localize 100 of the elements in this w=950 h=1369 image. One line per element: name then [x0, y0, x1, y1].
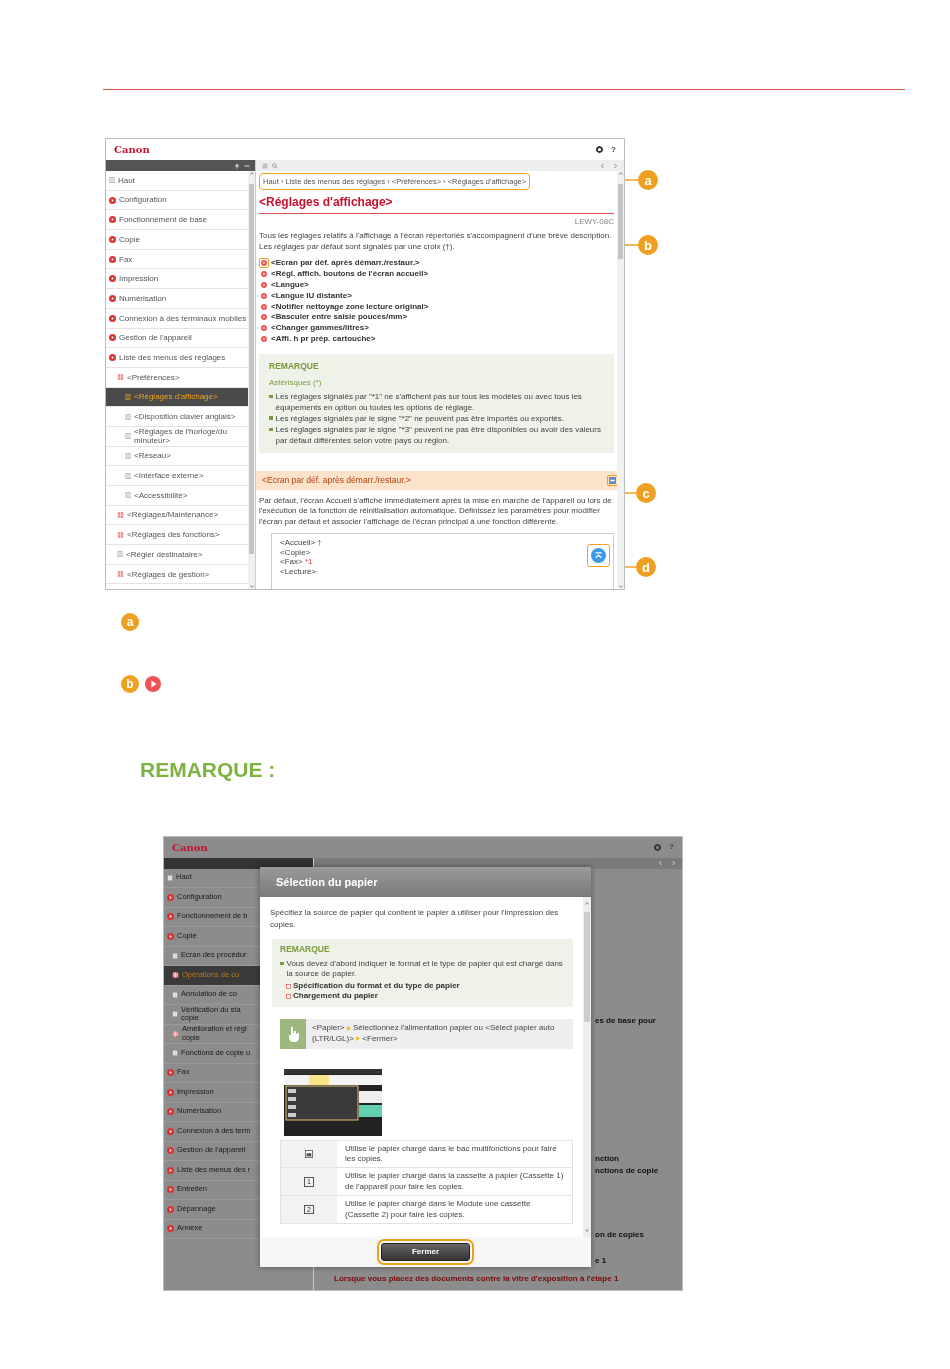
setting-link[interactable]: <Notifier nettoyage zone lecture original>	[259, 301, 614, 312]
play-icon[interactable]	[261, 271, 267, 278]
chapter-icon	[109, 216, 116, 224]
scroll-down-icon[interactable]	[584, 1227, 590, 1233]
page-icon	[125, 452, 131, 459]
play-icon[interactable]	[145, 676, 161, 692]
table-cell-text: Utilise le papier chargé dans la cassette à papier (Cassette 1) de l'appareil pour faire les copies.	[344, 1170, 565, 1193]
search-icon[interactable]	[272, 162, 278, 169]
note-title: REMARQUE	[269, 360, 320, 374]
chapter-icon	[167, 1186, 174, 1194]
page-icon	[125, 413, 131, 420]
page-icon	[172, 991, 178, 998]
page-icon	[109, 177, 115, 184]
play-icon[interactable]	[261, 336, 267, 342]
table-cell-text: Utilise le papier chargé dans le bac multifonctions pour faire les copies.	[344, 1142, 558, 1165]
setting-link[interactable]: <Affi. h pr prép. cartouche>	[259, 333, 614, 345]
setting-link[interactable]: <Basculer entre saisie pouces/mm>	[259, 312, 614, 323]
document-id: LEWY-08C	[573, 216, 614, 229]
bullet-icon	[269, 416, 273, 420]
play-icon[interactable]	[261, 282, 267, 288]
sidebar-item[interactable]: <Réglages d'affichage>	[106, 387, 248, 408]
section-text: Par défaut, l'écran Accueil s'affiche immédiatement après la mise en marche de l'appareil ou lors de l'exécution de la fonction de réinitialisation automatique. Définissez les paramètres pour modifier l'écran par défaut et associer l'affichage de l'écran principal à une fonction différente.	[259, 495, 613, 528]
scroll-up-icon[interactable]	[248, 171, 255, 176]
scroll-down-icon[interactable]	[617, 584, 624, 589]
callout-marker: a	[121, 613, 139, 631]
forward-icon[interactable]	[613, 162, 618, 169]
scrollbar[interactable]	[617, 171, 624, 589]
hand-icon	[280, 1018, 306, 1049]
page-icon	[172, 952, 178, 959]
step-text: <Papier> Sélectionnez l'alimentation papier ou <Sélect papier auto (LTR/LGL)> <Fermer>	[311, 1023, 556, 1044]
settings-icon[interactable]	[596, 146, 604, 153]
play-icon[interactable]	[261, 292, 267, 299]
chapter-icon	[167, 913, 174, 921]
scrollbar[interactable]	[248, 171, 255, 589]
chapter-icon	[167, 893, 174, 901]
setting-link[interactable]: <Ecran par déf. après démarr./restaur.>	[259, 258, 614, 269]
setting-value: <Accueil> †	[280, 538, 322, 548]
note-subtitle: Astérisques (*)	[269, 377, 323, 390]
content-text: nctions de copie	[595, 1164, 660, 1177]
chapter-icon	[167, 1108, 174, 1116]
chapter-icon	[167, 1127, 174, 1135]
callout-marker: a	[638, 170, 658, 190]
setting-value: <Lecture>	[280, 566, 317, 577]
play-icon[interactable]	[261, 314, 267, 321]
chapter-icon	[167, 1147, 174, 1155]
sidebar-item[interactable]: Numérisation	[106, 289, 248, 309]
content-text: e 1	[595, 1254, 608, 1267]
chapter-icon	[167, 932, 174, 940]
scroll-up-icon[interactable]	[584, 901, 590, 906]
chapter-icon	[167, 1225, 174, 1233]
chapter-icon	[109, 294, 116, 302]
content-text: on de copies	[595, 1228, 645, 1241]
chapter-icon	[109, 314, 116, 322]
chapter-icon	[109, 334, 116, 342]
content-text: es de base pour	[595, 1014, 657, 1027]
page-title: <Réglages d'affichage>	[259, 193, 614, 215]
dialog-title: Sélection du papier	[260, 866, 591, 897]
note-item: Les réglages signalés par le signe "*3" peuvent ne pas être disponibles ou avoir des valeurs par défaut différentes selon votre pays ou région.	[275, 425, 602, 447]
logo: Canon	[114, 143, 150, 157]
chapter-icon	[109, 275, 116, 283]
book-icon	[117, 512, 124, 519]
book-icon	[117, 374, 124, 381]
callout-marker: d	[636, 557, 656, 577]
page-icon	[125, 433, 131, 440]
scroll-down-icon[interactable]	[248, 584, 255, 589]
bullet-icon	[269, 427, 273, 432]
setting-link[interactable]: <Langue IU distante>	[259, 290, 614, 302]
chapter-icon	[167, 1088, 174, 1096]
setting-link[interactable]: <Langue>	[259, 279, 614, 291]
page-icon	[125, 393, 131, 400]
bullet-icon	[280, 961, 284, 966]
callout-marker: c	[636, 483, 656, 503]
back-icon[interactable]	[600, 162, 605, 169]
help-button[interactable]: ?	[611, 143, 616, 156]
page-icon	[172, 1050, 178, 1057]
setting-value: <Fax> *1	[280, 557, 313, 567]
page-icon	[125, 492, 131, 499]
setting-link[interactable]: <Changer gammes/litres>	[259, 322, 614, 334]
setting-link[interactable]: <Régl. affich. boutons de l'écran accueil>	[259, 268, 614, 280]
sidebar-item[interactable]: Liste des menus des réglages	[106, 348, 248, 368]
setting-value: <Copie>	[280, 547, 311, 558]
page-icon	[117, 551, 123, 558]
chapter-icon	[109, 196, 116, 204]
scroll-up-icon[interactable]	[617, 171, 624, 176]
play-icon[interactable]	[261, 303, 267, 310]
scrollbar[interactable]	[583, 897, 591, 1237]
menu-icon[interactable]	[262, 162, 268, 169]
play-icon[interactable]	[261, 325, 267, 332]
page-icon	[172, 1011, 178, 1018]
book-icon	[117, 571, 124, 578]
book-icon	[172, 1030, 179, 1037]
sidebar-item[interactable]: Copie	[106, 230, 248, 250]
chapter-icon	[109, 235, 116, 243]
page-icon	[125, 472, 131, 479]
note-item: Les réglages signalés par le signe "*2" ne peuvent pas être importés ou exportés.	[275, 413, 565, 425]
callout-marker: b	[121, 675, 139, 693]
logo: Canon	[172, 840, 208, 855]
up-arrow-icon[interactable]	[234, 162, 240, 169]
sidebar-item[interactable]: Haut	[106, 171, 248, 191]
intro-text: Tous les réglages relatifs à l'affichage à l'écran répertoriés s'accompagnent d'une brève description. Les réglages par défaut sont signalés par une croix (†).	[259, 231, 613, 253]
